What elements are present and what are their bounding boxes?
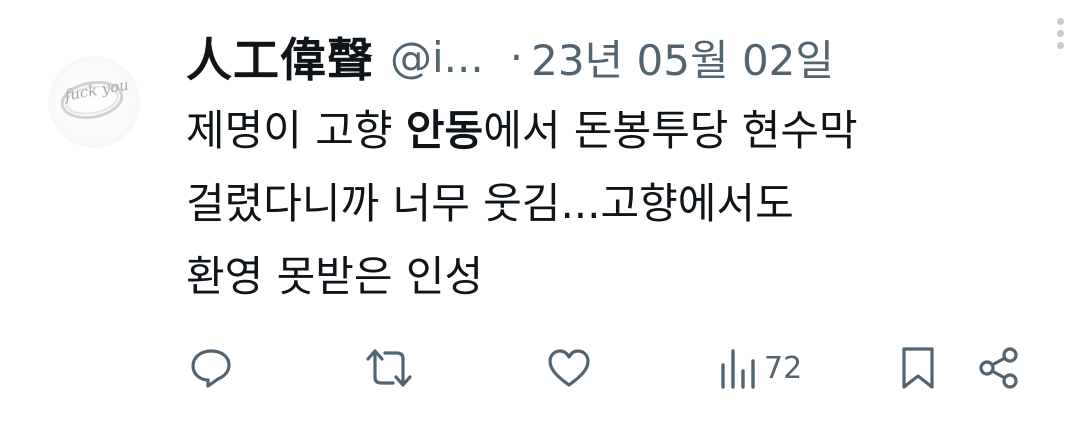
author-handle[interactable]: @i... xyxy=(390,33,484,82)
reply-icon xyxy=(191,349,231,388)
tweet-text-line-2: 걸렸다니까 너무 웃김...고향에서도 xyxy=(186,179,794,228)
bold-text-segment: 안동 xyxy=(405,106,484,155)
separator-dot: · xyxy=(509,32,524,82)
views-count: 72 xyxy=(764,350,803,386)
tweet-date[interactable]: 23년 05월 02일 xyxy=(531,27,834,88)
text-segment: 에서 돈봉투당 현수막 xyxy=(483,106,858,155)
reply-button[interactable] xyxy=(188,340,234,396)
more-options-icon[interactable] xyxy=(1054,18,1066,58)
like-button[interactable] xyxy=(546,340,592,396)
tweet-text-line-1: 제명이 고향 안동에서 돈봉투당 현수막 xyxy=(186,94,1066,167)
author-name[interactable]: 人工偉聲 xyxy=(186,24,374,90)
tweet-header: 人工偉聲 @i... · 23년 05월 02일 xyxy=(186,22,1046,92)
views-chart-icon xyxy=(721,349,755,389)
retweet-button[interactable] xyxy=(362,340,416,396)
text-segment: 제명이 고향 xyxy=(186,106,406,155)
tweet-text: 제명이 고향 안동에서 돈봉투당 현수막 걸렸다니까 너무 웃김...고향에서도… xyxy=(186,94,1066,313)
views-button[interactable]: 72 xyxy=(718,340,802,396)
share-icon xyxy=(979,347,1018,389)
bookmark-button[interactable] xyxy=(898,340,938,396)
heart-icon xyxy=(548,349,590,387)
bookmark-icon xyxy=(902,347,934,389)
ring-image: fuck you xyxy=(60,76,130,120)
action-bar: 72 xyxy=(0,340,1080,396)
avatar[interactable]: fuck you xyxy=(48,56,140,148)
tweet-text-line-3: 환영 못받은 인성 xyxy=(186,252,484,301)
retweet-icon xyxy=(366,349,412,387)
share-button[interactable] xyxy=(976,340,1022,396)
